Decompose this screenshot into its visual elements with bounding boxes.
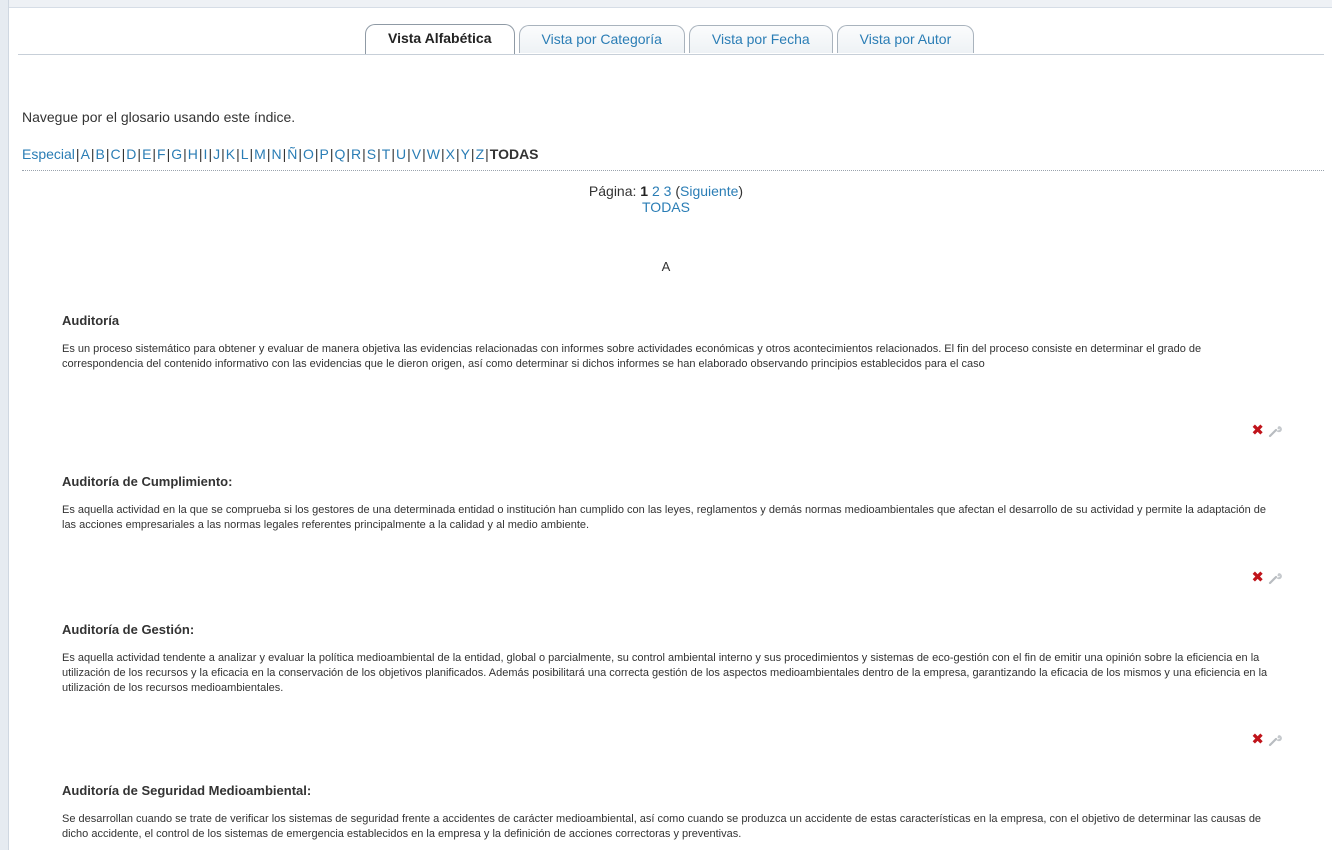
entry-term: Auditoría de Gestión: <box>62 622 195 637</box>
letter-link-v[interactable]: V <box>412 146 421 162</box>
pagination-current-page: 1 <box>640 183 649 199</box>
pagination-next-link[interactable]: Siguiente <box>680 183 738 199</box>
entry-term: Auditoría de Seguridad Medioambiental: <box>62 783 312 798</box>
entry-actions: ✖ <box>1251 732 1282 747</box>
pagination-next-wrapper: (Siguiente) <box>675 183 744 199</box>
letter-link-w[interactable]: W <box>427 146 440 162</box>
glossary-intro-text: Navegue por el glosario usando este índi… <box>22 109 296 125</box>
edit-wrench-icon[interactable] <box>1268 424 1282 438</box>
letter-link-l[interactable]: L <box>241 146 249 162</box>
window-left-border <box>0 0 9 850</box>
letter-link-z[interactable]: Z <box>476 146 485 162</box>
index-divider <box>22 170 1324 171</box>
delete-icon[interactable]: ✖ <box>1251 423 1264 438</box>
entry-actions: ✖ <box>1251 423 1282 438</box>
pagination-page-2[interactable]: 2 <box>652 183 660 199</box>
letter-link-x[interactable]: X <box>446 146 455 162</box>
letter-link-r[interactable]: R <box>351 146 361 162</box>
glossary-entry: Auditoría de Cumplimiento: Es aquella ac… <box>62 474 1282 585</box>
letter-link-u[interactable]: U <box>396 146 406 162</box>
letter-link-o[interactable]: O <box>303 146 314 162</box>
pagination-label: Página: <box>588 183 637 199</box>
tab-alphabetical[interactable]: Vista Alfabética <box>365 24 515 54</box>
glossary-entry: Auditoría Es un proceso sistemático para… <box>62 313 1282 438</box>
pagination-all-link[interactable]: TODAS <box>642 199 690 215</box>
entry-actions: ✖ <box>1251 570 1282 585</box>
letter-link-y[interactable]: Y <box>461 146 470 162</box>
alphabet-index: Especial|A|B|C|D|E|F|G|H|I|J|K|L|M|N|Ñ|O… <box>22 146 539 162</box>
glossary-entry: Auditoría de Seguridad Medioambiental: S… <box>62 783 1282 842</box>
pagination-page-3[interactable]: 3 <box>664 183 672 199</box>
delete-icon[interactable]: ✖ <box>1251 570 1264 585</box>
edit-wrench-icon[interactable] <box>1268 571 1282 585</box>
letter-link-n[interactable]: N <box>271 146 281 162</box>
entry-term: Auditoría <box>62 313 120 328</box>
tab-author[interactable]: Vista por Autor <box>836 25 975 53</box>
letter-link-s[interactable]: S <box>367 146 376 162</box>
letter-link-g[interactable]: G <box>171 146 182 162</box>
letter-link-k[interactable]: K <box>226 146 235 162</box>
view-tabbar: Vista Alfabética Vista por Categoría Vis… <box>18 22 1324 55</box>
view-tabs: Vista Alfabética Vista por Categoría Vis… <box>365 24 978 55</box>
letter-link-c[interactable]: C <box>111 146 121 162</box>
letter-link-m[interactable]: M <box>254 146 266 162</box>
letter-link-b[interactable]: B <box>96 146 105 162</box>
window-top-border <box>0 0 1332 8</box>
letter-link-p[interactable]: P <box>320 146 329 162</box>
letter-link-a[interactable]: A <box>81 146 90 162</box>
edit-wrench-icon[interactable] <box>1268 733 1282 747</box>
letter-link-d[interactable]: D <box>126 146 136 162</box>
letter-link-h[interactable]: H <box>188 146 198 162</box>
letter-link-e[interactable]: E <box>142 146 151 162</box>
glossary-entry: Auditoría de Gestión: Es aquella activid… <box>62 622 1282 747</box>
entry-definition: Es un proceso sistemático para obtener y… <box>62 343 1202 370</box>
delete-icon[interactable]: ✖ <box>1251 732 1264 747</box>
section-letter-heading: A <box>661 259 671 274</box>
tab-date[interactable]: Vista por Fecha <box>688 25 833 53</box>
entry-definition: Es aquella actividad en la que se compru… <box>62 504 1266 531</box>
entry-definition: Es aquella actividad tendente a analizar… <box>62 652 1268 694</box>
letter-link-f[interactable]: F <box>157 146 166 162</box>
entry-definition: Se desarrollan cuando se trate de verifi… <box>62 813 1262 840</box>
tab-category[interactable]: Vista por Categoría <box>518 25 685 53</box>
letter-link-especial[interactable]: Especial <box>22 146 75 162</box>
letter-link-ñ[interactable]: Ñ <box>287 146 297 162</box>
letter-current-all: TODAS <box>489 146 539 162</box>
entry-term: Auditoría de Cumplimiento: <box>62 474 233 489</box>
letter-link-q[interactable]: Q <box>335 146 346 162</box>
pagination: Página: 1 2 3 (Siguiente) TODAS <box>0 183 1332 215</box>
